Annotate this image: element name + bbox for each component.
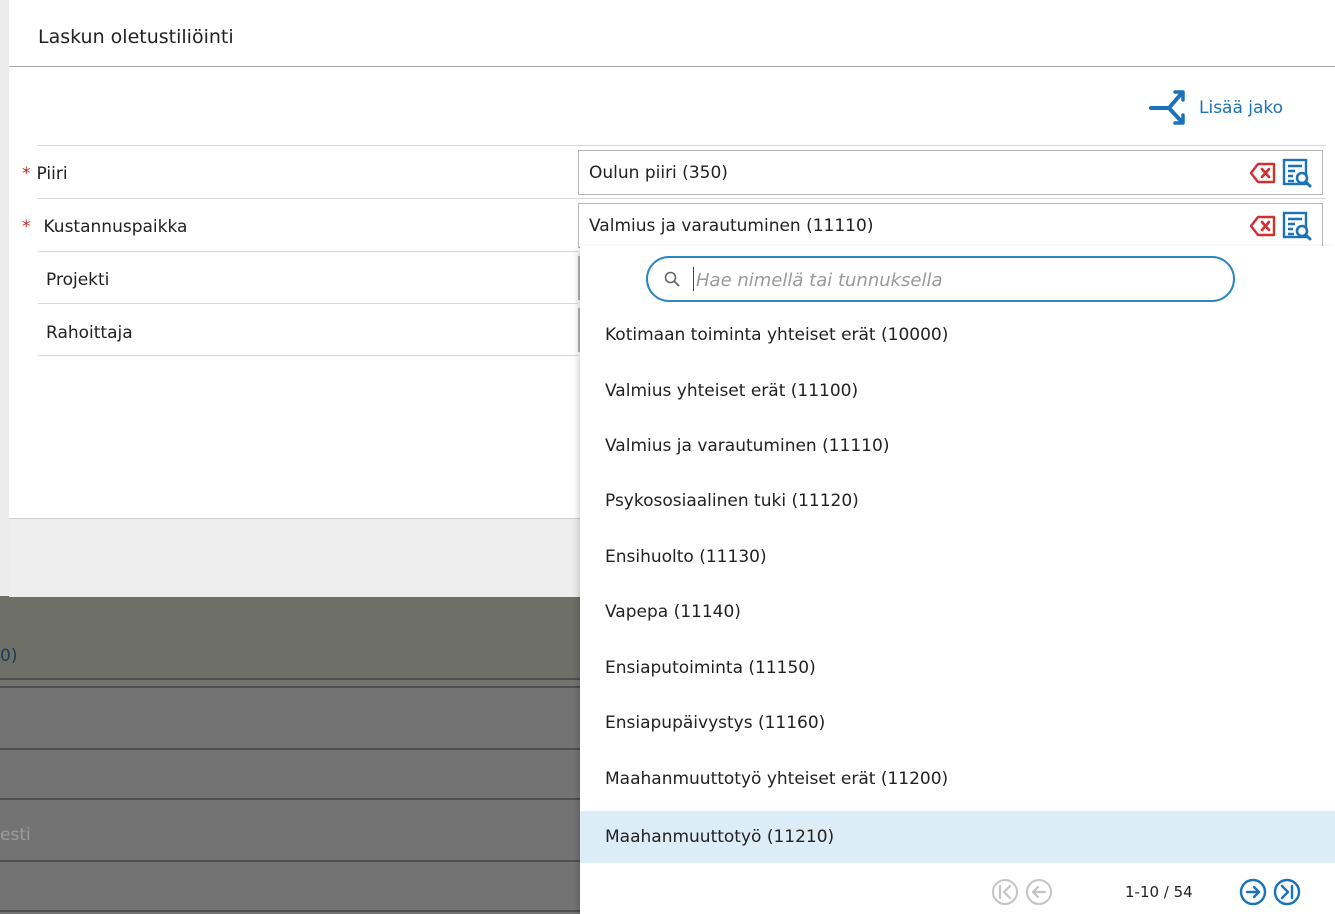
search-icon	[664, 271, 680, 287]
split-icon	[1149, 90, 1185, 125]
background-edge	[0, 0, 9, 596]
form-divider	[38, 251, 578, 252]
background-text-fragment: 0)	[0, 646, 18, 666]
kustannuspaikka-field[interactable]: Valmius ja varautuminen (11110)	[578, 203, 1323, 248]
form-divider	[38, 145, 1326, 146]
form-divider	[38, 355, 578, 356]
dialog-header: Laskun oletustiliöinti	[9, 0, 1335, 67]
form-divider	[38, 198, 1326, 199]
dropdown-option[interactable]: Valmius yhteiset erät (11100)	[580, 365, 1335, 417]
background-row-divider	[0, 678, 580, 680]
background-overlay: 0) esti	[0, 596, 580, 914]
kustannuspaikka-value: Valmius ja varautuminen (11110)	[589, 216, 874, 236]
background-row-divider	[0, 748, 580, 750]
required-marker: *	[22, 164, 31, 184]
dropdown-search[interactable]	[646, 256, 1235, 302]
lookup-icon[interactable]	[1282, 158, 1312, 188]
background-header-band	[0, 596, 580, 678]
dialog-title: Laskun oletustiliöinti	[38, 26, 234, 48]
add-split-button[interactable]: Lisää jako	[1149, 88, 1283, 128]
dropdown-option[interactable]: Ensiaputoiminta (11150)	[580, 642, 1335, 694]
background-row-divider	[0, 798, 580, 800]
lookup-icon[interactable]	[1282, 211, 1312, 241]
projekti-label: Projekti	[46, 270, 110, 290]
dropdown-option[interactable]: Maahanmuuttotyö yhteiset erät (11200)	[580, 753, 1335, 805]
dropdown-option[interactable]: Psykososiaalinen tuki (11120)	[580, 475, 1335, 527]
clear-icon[interactable]	[1250, 160, 1276, 186]
previous-page-icon[interactable]	[1025, 878, 1053, 906]
background-text-fragment: esti	[0, 825, 31, 845]
dropdown-option[interactable]: Valmius ja varautuminen (11110)	[580, 420, 1335, 472]
kustannuspaikka-label: * Kustannuspaikka	[22, 217, 188, 237]
background-row-divider	[0, 860, 580, 862]
next-page-icon[interactable]	[1239, 878, 1267, 906]
background-row-divider	[0, 910, 580, 912]
rahoittaja-label: Rahoittaja	[46, 323, 133, 343]
last-page-icon[interactable]	[1273, 878, 1301, 906]
dropdown-pagination: 1-10 / 54	[580, 868, 1335, 914]
dropdown-option[interactable]: Vapepa (11140)	[580, 586, 1335, 638]
first-page-icon[interactable]	[991, 878, 1019, 906]
background-row-divider	[0, 686, 580, 688]
dropdown-option[interactable]: Ensihuolto (11130)	[580, 531, 1335, 583]
search-input[interactable]	[694, 266, 1218, 294]
clear-icon[interactable]	[1250, 213, 1276, 239]
required-marker: *	[22, 217, 31, 237]
form-divider	[38, 303, 578, 304]
piiri-value: Oulun piiri (350)	[589, 163, 728, 183]
dropdown-option-highlighted[interactable]: Maahanmuuttotyö (11210)	[580, 811, 1335, 863]
dropdown-option[interactable]: Ensiapupäivystys (11160)	[580, 697, 1335, 749]
piiri-label: * Piiri	[22, 164, 68, 184]
add-split-label: Lisää jako	[1199, 98, 1284, 118]
dropdown-option[interactable]: Kotimaan toiminta yhteiset erät (10000)	[580, 309, 1335, 361]
page-count: 1-10 / 54	[1125, 883, 1193, 901]
piiri-field[interactable]: Oulun piiri (350)	[578, 150, 1323, 195]
kustannuspaikka-dropdown: Kotimaan toiminta yhteiset erät (10000) …	[580, 246, 1335, 914]
